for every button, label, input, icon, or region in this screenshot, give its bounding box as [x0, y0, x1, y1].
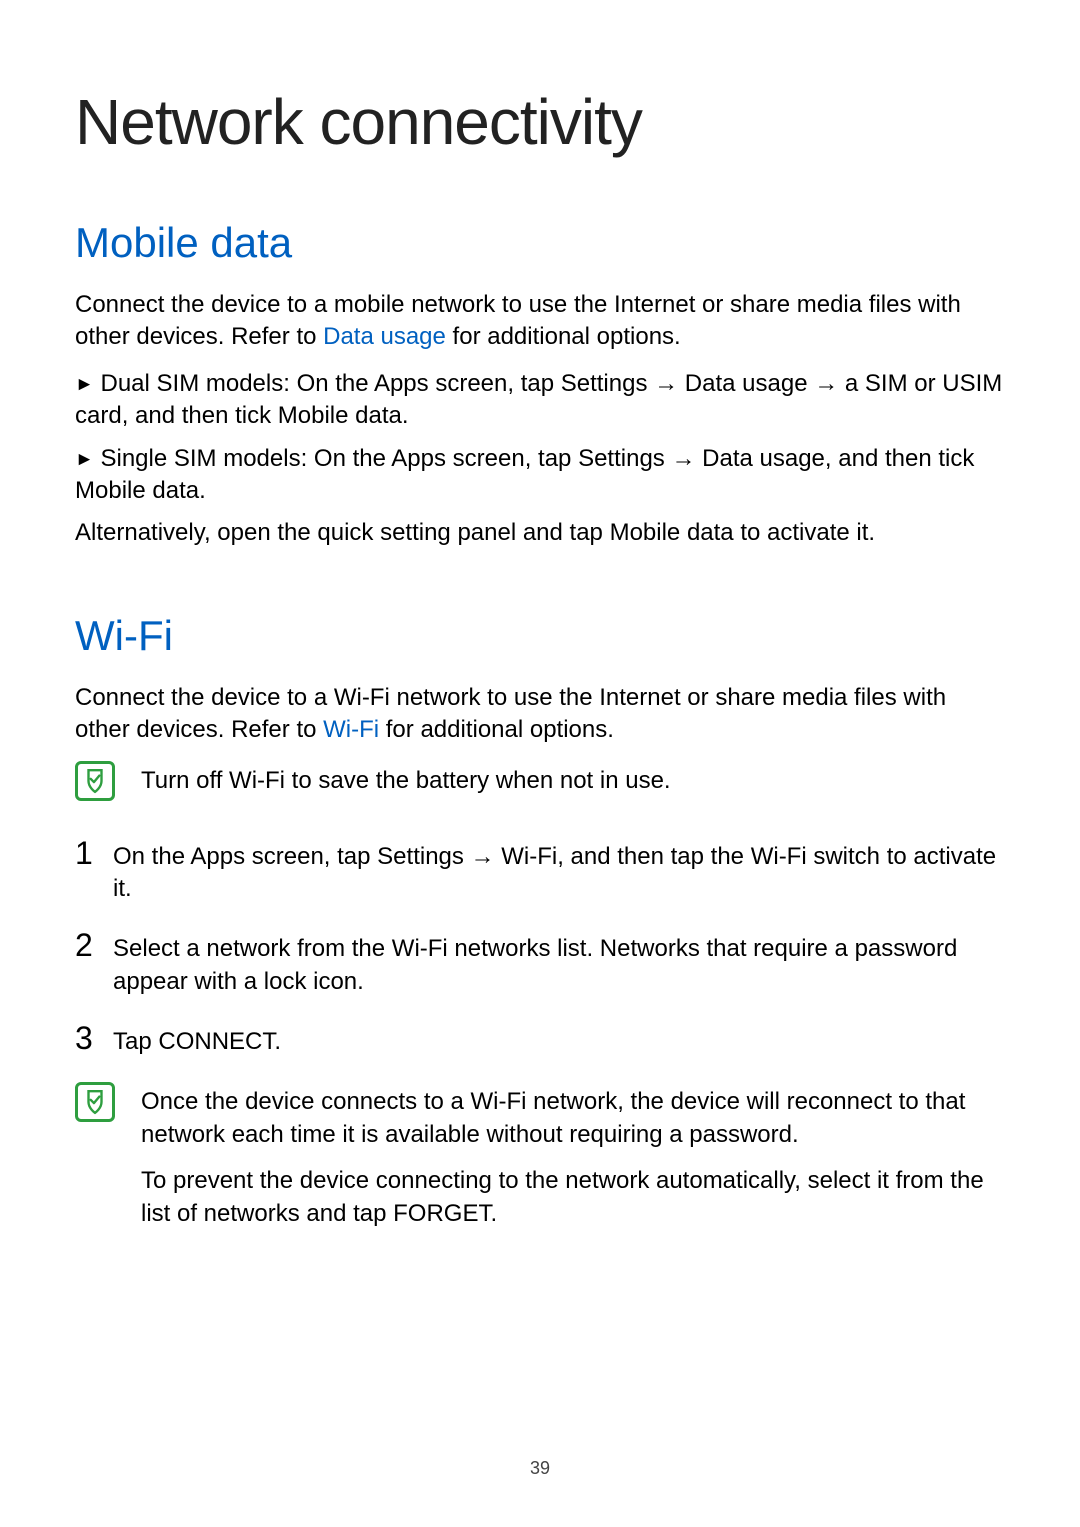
single-settings: Settings: [578, 445, 665, 472]
wifi-intro-b: for additional options.: [379, 716, 614, 743]
step-1: 1 On the Apps screen, tap Settings → Wi-…: [75, 837, 1005, 906]
step-number: 1: [75, 837, 113, 869]
step-number: 2: [75, 929, 113, 961]
mobile-intro: Connect the device to a mobile network t…: [75, 289, 1005, 354]
step-text: On the Apps screen, tap Settings → Wi-Fi…: [113, 837, 1005, 906]
tip-text: Turn off Wi-Fi to save the battery when …: [141, 761, 671, 797]
section-heading-mobile: Mobile data: [75, 219, 1005, 267]
s1-b: , and then tap the: [557, 843, 751, 870]
step-text: Tap CONNECT.: [113, 1022, 281, 1058]
single-period: .: [199, 477, 206, 504]
triangle-icon: ►: [75, 374, 94, 395]
note2-a: To prevent the device connecting to the …: [141, 1167, 984, 1226]
single-mobiledata: Mobile data: [75, 477, 199, 504]
note-2: To prevent the device connecting to the …: [141, 1165, 1005, 1230]
dual-label: Dual SIM models:: [100, 370, 296, 397]
mobile-single-sim: ► Single SIM models: On the Apps screen,…: [75, 443, 1005, 508]
dual-settings: Settings: [561, 370, 648, 397]
page-number: 39: [0, 1458, 1080, 1479]
note-block: Once the device connects to a Wi-Fi netw…: [141, 1082, 1005, 1244]
s1-wifi: Wi-Fi: [501, 843, 557, 870]
link-wifi[interactable]: Wi-Fi: [323, 716, 379, 743]
link-data-usage[interactable]: Data usage: [323, 323, 446, 350]
alt-mobiledata: Mobile data: [610, 519, 734, 546]
note-1: Once the device connects to a Wi-Fi netw…: [141, 1086, 1005, 1151]
s1-switch: Wi-Fi: [751, 843, 807, 870]
dual-mobiledata: Mobile data: [278, 402, 402, 429]
s3-a: Tap: [113, 1028, 158, 1055]
wifi-intro: Connect the device to a Wi-Fi network to…: [75, 682, 1005, 747]
note-row: Once the device connects to a Wi-Fi netw…: [75, 1082, 1005, 1244]
arrow-right-icon: →: [464, 843, 501, 870]
s1-a: On the Apps screen, tap: [113, 843, 377, 870]
mobile-alternative: Alternatively, open the quick setting pa…: [75, 517, 1005, 549]
mobile-intro-b: for additional options.: [446, 323, 681, 350]
dual-datausage: Data usage: [685, 370, 808, 397]
note-icon: [75, 1082, 115, 1122]
note2-period: .: [490, 1200, 497, 1227]
arrow-right-icon: →: [808, 370, 845, 397]
note-icon: [75, 761, 115, 801]
note2-forget: FORGET: [393, 1200, 490, 1227]
dual-a: On the Apps screen, tap: [297, 370, 561, 397]
s3-connect: CONNECT: [158, 1028, 274, 1055]
step-2: 2 Select a network from the Wi-Fi networ…: [75, 929, 1005, 998]
step-3: 3 Tap CONNECT.: [75, 1022, 1005, 1058]
single-datausage: Data usage: [702, 445, 825, 472]
single-label: Single SIM models:: [100, 445, 313, 472]
page-title: Network connectivity: [75, 85, 1005, 159]
dual-period: .: [402, 402, 409, 429]
s3-period: .: [274, 1028, 281, 1055]
tip-row: Turn off Wi-Fi to save the battery when …: [75, 761, 1005, 801]
single-a: On the Apps screen, tap: [314, 445, 578, 472]
arrow-right-icon: →: [665, 445, 702, 472]
s1-settings: Settings: [377, 843, 464, 870]
single-b: , and then tick: [825, 445, 974, 472]
mobile-dual-sim: ► Dual SIM models: On the Apps screen, t…: [75, 368, 1005, 433]
arrow-right-icon: →: [647, 370, 684, 397]
section-heading-wifi: Wi-Fi: [75, 612, 1005, 660]
alt-a: Alternatively, open the quick setting pa…: [75, 519, 610, 546]
step-number: 3: [75, 1022, 113, 1054]
step-text: Select a network from the Wi-Fi networks…: [113, 929, 1005, 998]
alt-b: to activate it.: [734, 519, 875, 546]
triangle-icon: ►: [75, 449, 94, 470]
